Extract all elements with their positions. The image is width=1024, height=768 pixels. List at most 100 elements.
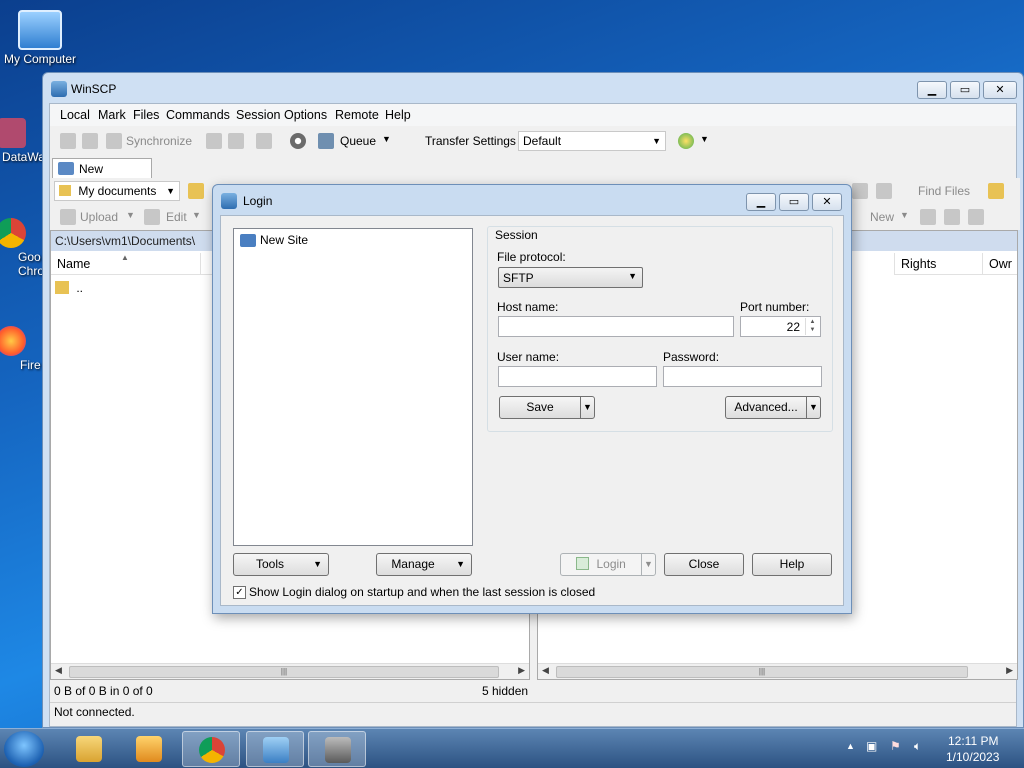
chevron-down-icon[interactable]: ▼ <box>700 134 709 144</box>
list-item[interactable]: .. <box>55 281 83 295</box>
desktop-icon-my-computer[interactable]: My Computer <box>0 10 80 66</box>
user-name-input[interactable] <box>498 366 657 387</box>
desktop-icon-firefox[interactable]: Fire <box>0 326 42 372</box>
menu-mark[interactable]: Mark <box>98 108 126 122</box>
sync-browse-icon[interactable] <box>82 133 98 149</box>
find-files-icon[interactable] <box>876 183 892 199</box>
chevron-down-icon[interactable]: ▼ <box>126 210 135 220</box>
scroll-thumb[interactable]: ||| <box>556 666 968 678</box>
close-button[interactable]: Close <box>664 553 744 576</box>
chevron-down-icon[interactable]: ▼ <box>641 554 655 575</box>
synchronize-button[interactable]: Synchronize <box>126 134 192 148</box>
taskbar-chrome[interactable] <box>182 731 240 767</box>
start-button[interactable] <box>4 731 44 767</box>
chevron-down-icon[interactable]: ▼ <box>382 134 391 144</box>
upload-button[interactable]: Upload <box>80 210 118 224</box>
port-stepper[interactable]: ▲ ▼ <box>805 318 819 335</box>
close-window-button[interactable]: ✕ <box>983 81 1017 99</box>
open-folder-icon[interactable] <box>188 183 204 199</box>
parent-folder-icon <box>55 281 69 294</box>
column-header-rights[interactable]: Rights <box>894 253 982 275</box>
tree-icon[interactable] <box>988 183 1004 199</box>
login-titlebar[interactable]: Login ▁ ▭ ✕ <box>213 185 851 215</box>
scroll-left-icon[interactable]: ◀ <box>55 665 62 676</box>
login-dialog: Login ▁ ▭ ✕ New Site Session File protoc… <box>212 184 852 614</box>
login-close-window-button[interactable]: ✕ <box>812 193 842 211</box>
menu-commands[interactable]: Commands <box>166 108 230 122</box>
remove-icon[interactable] <box>944 209 960 225</box>
find-files-button[interactable]: Find Files <box>918 184 970 198</box>
taskbar-media-player[interactable] <box>120 731 178 767</box>
login-maximize-button[interactable]: ▭ <box>779 193 809 211</box>
edit-icon[interactable] <box>144 209 160 225</box>
save-button[interactable]: Save ▼ <box>499 396 595 419</box>
maximize-button[interactable]: ▭ <box>950 81 980 99</box>
chevron-down-icon[interactable]: ▼ <box>580 397 594 418</box>
taskbar-winscp[interactable] <box>308 731 366 767</box>
column-header-label: Name <box>57 257 91 271</box>
scroll-thumb[interactable]: ||| <box>69 666 499 678</box>
scroll-right-icon[interactable]: ▶ <box>1006 665 1013 676</box>
minimize-button[interactable]: ▁ <box>917 81 947 99</box>
desktop-icon-datawa[interactable]: DataWa <box>0 118 45 164</box>
tray-expand-icon[interactable]: ▲ <box>846 741 855 751</box>
filter-icon[interactable] <box>968 209 984 225</box>
site-tree[interactable]: New Site <box>233 228 473 546</box>
tab-new-session[interactable]: New Session <box>52 158 152 190</box>
refresh-icon[interactable] <box>852 183 868 199</box>
globe-icon[interactable] <box>678 133 694 149</box>
column-header-owner[interactable]: Owr <box>982 253 1017 275</box>
local-horizontal-scrollbar[interactable]: ◀ ||| ▶ <box>51 663 529 679</box>
menu-local[interactable]: Local <box>60 108 90 122</box>
startup-checkbox-label[interactable]: Show Login dialog on startup and when th… <box>249 585 595 599</box>
password-input[interactable] <box>663 366 822 387</box>
chevron-down-icon[interactable]: ▼ <box>806 397 820 418</box>
login-title: Login <box>243 194 273 208</box>
clock-time[interactable]: 12:11 PM <box>948 734 998 748</box>
scroll-right-icon[interactable]: ▶ <box>518 665 525 676</box>
column-header-name[interactable]: Name ▲ <box>51 253 201 275</box>
help-button[interactable]: Help <box>752 553 832 576</box>
network-icon[interactable]: ▣ <box>866 739 877 753</box>
action-center-icon[interactable]: ⚑ <box>890 739 901 753</box>
scroll-left-icon[interactable]: ◀ <box>542 665 549 676</box>
find-icon[interactable] <box>256 133 272 149</box>
queue-icon[interactable] <box>318 133 334 149</box>
chevron-down-icon[interactable]: ▼ <box>900 210 909 220</box>
port-number-input[interactable]: 22 ▲ ▼ <box>740 316 821 337</box>
clock-date[interactable]: 1/10/2023 <box>946 750 999 764</box>
site-item-new-site[interactable]: New Site <box>238 232 312 248</box>
taskbar-explorer[interactable] <box>60 731 118 767</box>
queue-button[interactable]: Queue <box>340 134 376 148</box>
menu-help[interactable]: Help <box>385 108 411 122</box>
menu-session[interactable]: Session <box>236 108 280 122</box>
login-minimize-button[interactable]: ▁ <box>746 193 776 211</box>
upload-icon[interactable] <box>60 209 76 225</box>
new-button[interactable]: New <box>870 210 894 224</box>
host-name-input[interactable] <box>498 316 734 337</box>
add-icon[interactable] <box>920 209 936 225</box>
menu-options[interactable]: Options <box>284 108 327 122</box>
gear-icon[interactable] <box>290 133 306 149</box>
local-location-select[interactable]: My documents ▼ <box>54 181 180 201</box>
console-icon[interactable] <box>206 133 222 149</box>
advanced-button[interactable]: Advanced... ▼ <box>725 396 821 419</box>
transfer-settings-select[interactable]: Default ▼ <box>518 131 666 151</box>
taskbar-control-panel[interactable] <box>246 731 304 767</box>
putty-icon[interactable] <box>228 133 244 149</box>
synchronize-icon[interactable] <box>106 133 122 149</box>
startup-checkbox[interactable]: ✓ <box>233 586 246 599</box>
file-protocol-select[interactable]: SFTP ▼ <box>498 267 643 288</box>
manage-button[interactable]: Manage ▼ <box>376 553 472 576</box>
chevron-down-icon[interactable]: ▼ <box>192 210 201 220</box>
login-button[interactable]: Login ▼ <box>560 553 656 576</box>
menu-files[interactable]: Files <box>133 108 159 122</box>
compare-icon[interactable] <box>60 133 76 149</box>
desktop-icon-chrome[interactable]: Goo Chro <box>0 218 44 278</box>
volume-icon[interactable]: 🔈︎ <box>914 739 921 754</box>
tools-button[interactable]: Tools ▼ <box>233 553 329 576</box>
edit-button[interactable]: Edit <box>166 210 187 224</box>
winscp-titlebar[interactable]: WinSCP ▁ ▭ ✕ <box>43 73 1023 103</box>
menu-remote[interactable]: Remote <box>335 108 379 122</box>
remote-horizontal-scrollbar[interactable]: ◀ ||| ▶ <box>538 663 1017 679</box>
